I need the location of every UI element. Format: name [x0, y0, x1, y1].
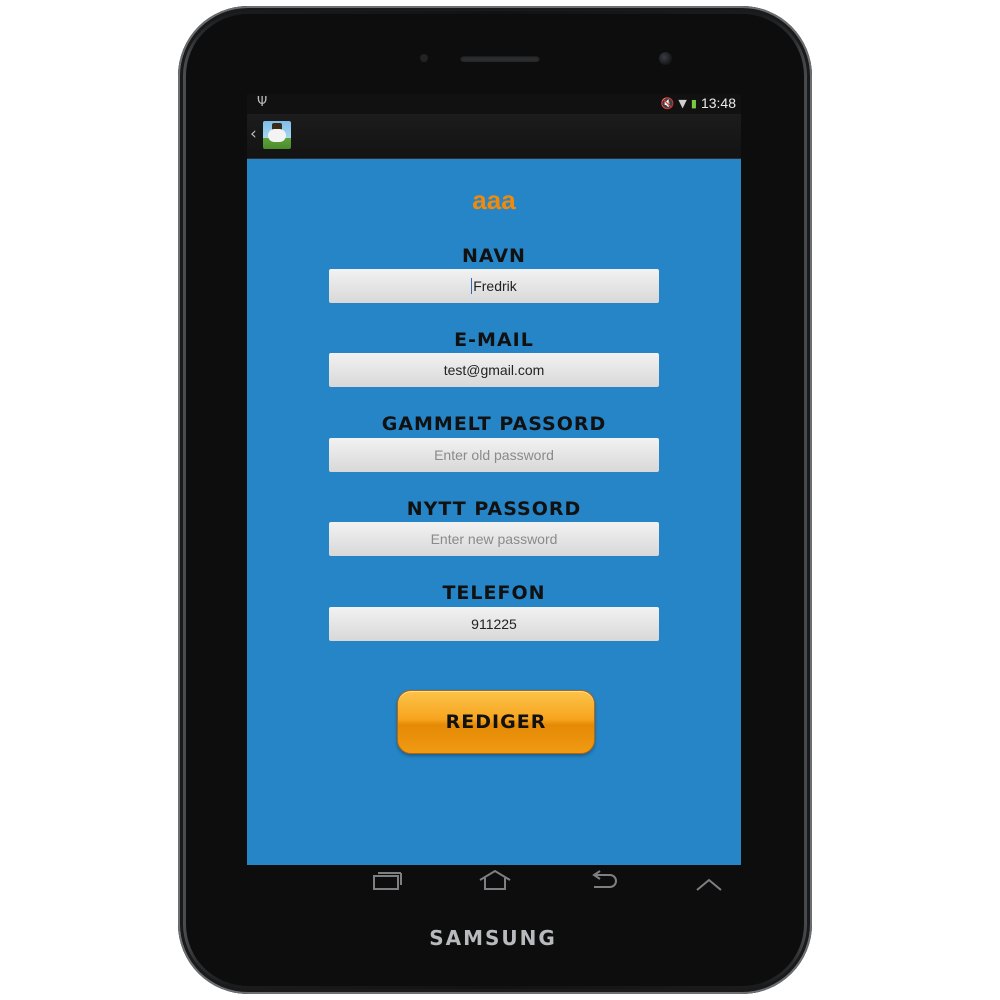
- email-label: E-MAIL: [454, 329, 534, 351]
- action-bar: ‹: [247, 114, 741, 159]
- screen: Ψ 🔇 ▼ ▮ 13:48 ‹ aaa NAVN Fredrik E-MAIL …: [247, 94, 741, 865]
- email-field[interactable]: test@gmail.com: [329, 353, 659, 387]
- phone-value: 911225: [471, 616, 517, 632]
- battery-icon: ▮: [690, 96, 697, 110]
- phone-label: TELEFON: [442, 582, 546, 604]
- new-password-label: NYTT PASSORD: [406, 498, 582, 520]
- chevron-left-icon[interactable]: ‹: [250, 124, 257, 144]
- phone-field[interactable]: 911225: [329, 607, 659, 641]
- back-arrow-icon[interactable]: [588, 870, 618, 897]
- usb-icon: Ψ: [257, 95, 268, 110]
- device-brand: SAMSUNG: [429, 926, 557, 950]
- status-bar: Ψ 🔇 ▼ ▮ 13:48: [247, 94, 741, 114]
- status-time: 13:48: [700, 95, 736, 111]
- recent-apps-icon[interactable]: [371, 870, 403, 897]
- sheep-shape: [268, 129, 286, 142]
- email-value: test@gmail.com: [443, 362, 545, 378]
- speaker-grille: [460, 55, 540, 62]
- home-icon[interactable]: [478, 868, 512, 897]
- wifi-icon: ▼: [678, 96, 687, 110]
- name-value: Fredrik: [473, 278, 517, 294]
- old-password-placeholder: Enter old password: [434, 447, 554, 463]
- page-title: aaa: [472, 185, 516, 215]
- old-password-label: GAMMELT PASSORD: [381, 413, 607, 435]
- front-camera: [659, 52, 672, 65]
- text-cursor: [471, 278, 473, 294]
- profile-form: aaa NAVN Fredrik E-MAIL test@gmail.com G…: [247, 159, 741, 865]
- sensor-dot: [420, 54, 428, 62]
- app-logo-icon[interactable]: [263, 121, 291, 149]
- mute-icon: 🔇: [660, 96, 675, 110]
- new-password-field[interactable]: Enter new password: [329, 522, 659, 556]
- name-label: NAVN: [462, 245, 526, 267]
- status-icons: 🔇 ▼ ▮ 13:48: [661, 95, 736, 111]
- old-password-field[interactable]: Enter old password: [329, 438, 659, 472]
- name-field[interactable]: Fredrik: [329, 269, 659, 303]
- rediger-button[interactable]: REDIGER: [397, 690, 595, 754]
- new-password-placeholder: Enter new password: [430, 531, 558, 547]
- chevron-up-icon[interactable]: [695, 874, 723, 898]
